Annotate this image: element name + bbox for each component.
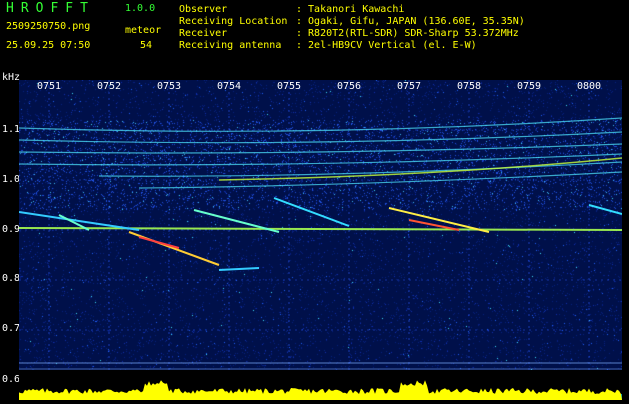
x-tick: 0759	[517, 81, 542, 92]
y-tick: 0.7	[2, 323, 21, 334]
antenna-key: Receiving antenna	[179, 40, 282, 51]
y-tick: 0.9	[2, 224, 21, 235]
x-tick: 0758	[457, 81, 482, 92]
meteor-count: 54	[140, 40, 153, 51]
observer-key: Observer	[179, 4, 228, 15]
receiver-value: : R820T2(RTL-SDR) SDR-Sharp 53.372MHz	[296, 28, 519, 39]
x-tick: 0752	[97, 81, 122, 92]
location-key: Receiving Location	[179, 16, 288, 27]
x-tick: 0756	[337, 81, 362, 92]
x-tick: 0757	[397, 81, 422, 92]
datetime: 25.09.25 07:50	[6, 40, 91, 51]
x-tick: 0755	[277, 81, 302, 92]
receiver-key: Receiver	[179, 28, 228, 39]
antenna-value: : 2el-HB9CV Vertical (el. E-W)	[296, 40, 477, 51]
spectrogram-overlay	[19, 80, 622, 370]
y-tick: 0.8	[2, 273, 21, 284]
app-title: HROFFT	[6, 1, 95, 16]
spectrogram	[19, 80, 622, 370]
signal-waveform	[19, 370, 622, 400]
waveform-plot	[19, 380, 622, 400]
minute-gridlines	[48, 80, 590, 370]
meteor-label: meteor	[125, 25, 162, 36]
x-tick: 0800	[577, 81, 602, 92]
app-version: 1.0.0	[125, 3, 156, 14]
file-name: 2509250750.png	[6, 21, 91, 32]
y-tick: 1.1	[2, 124, 21, 135]
y-tick: 0.6	[2, 374, 21, 385]
waveform-fill	[19, 380, 622, 400]
y-tick: 1.0	[2, 174, 21, 185]
y-unit-label: kHz	[2, 72, 21, 83]
location-value: : Ogaki, Gifu, JAPAN (136.60E, 35.35N)	[296, 16, 525, 27]
observer-value: : Takanori Kawachi	[296, 4, 405, 15]
x-tick: 0751	[37, 81, 62, 92]
x-tick: 0754	[217, 81, 242, 92]
x-tick: 0753	[157, 81, 182, 92]
meteor-streaks	[19, 197, 622, 271]
